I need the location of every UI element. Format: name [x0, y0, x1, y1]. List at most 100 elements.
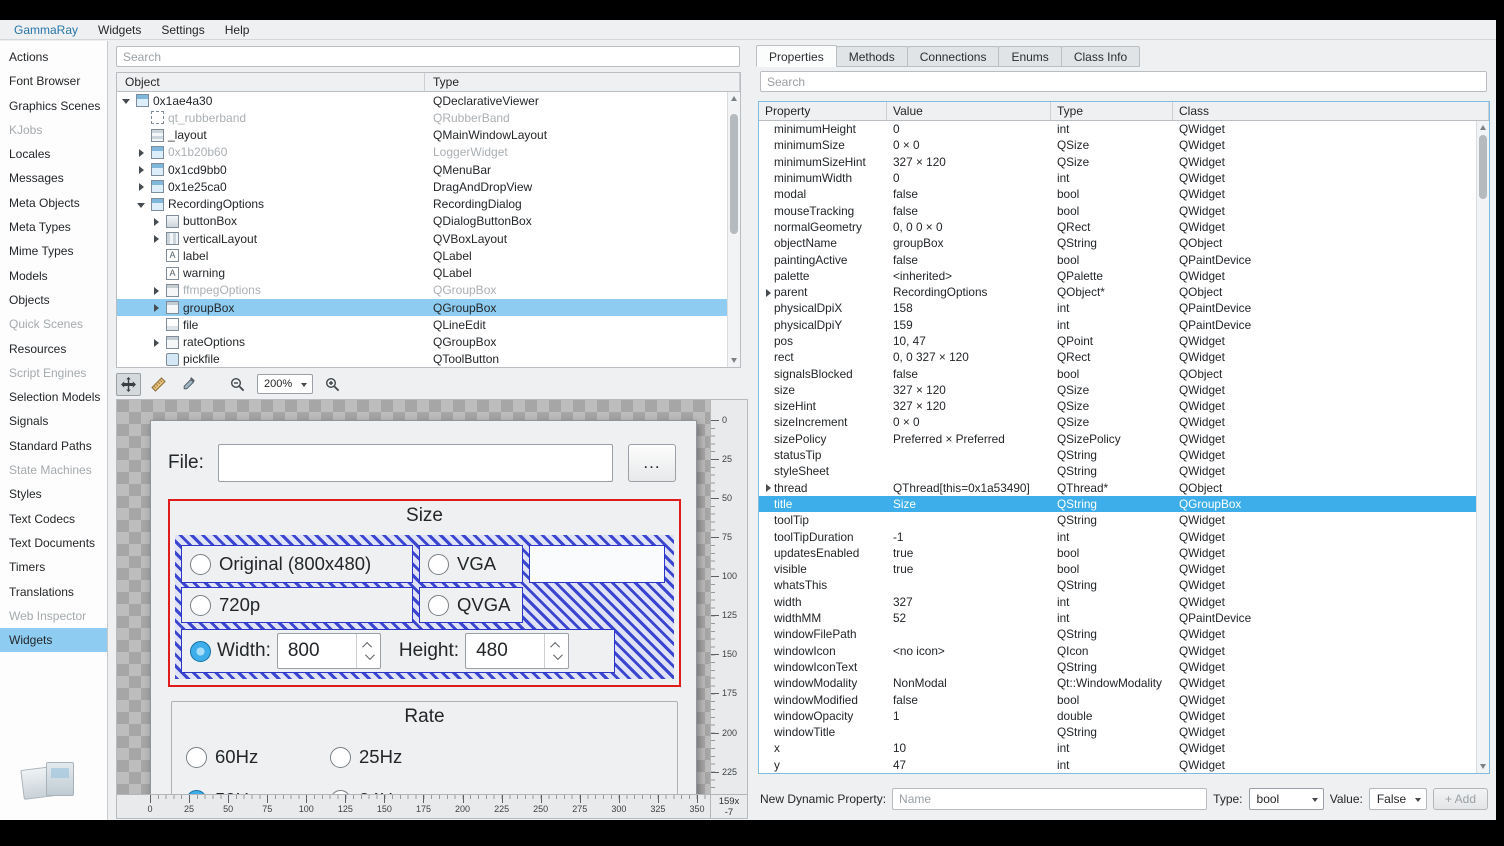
radio-qvga[interactable]: QVGA [419, 587, 523, 623]
property-row-statustip[interactable]: statusTipQStringQWidget [759, 447, 1489, 463]
property-row-modal[interactable]: modalfalseboolQWidget [759, 186, 1489, 202]
zoom-level-select[interactable]: 200% [257, 374, 313, 394]
zoom-out-button[interactable] [225, 373, 250, 396]
radio-icon[interactable] [190, 554, 211, 575]
property-row-sizeincrement[interactable]: sizeIncrement0 × 0QSizeQWidget [759, 414, 1489, 430]
expander-icon[interactable] [151, 285, 162, 296]
radio-vga[interactable]: VGA [419, 545, 523, 583]
sidebar-item-translations[interactable]: Translations [0, 580, 107, 604]
tree-row-pickfile[interactable]: pickfileQToolButton [117, 351, 740, 368]
menubar-item-widgets[interactable]: Widgets [88, 20, 151, 40]
property-row-parent[interactable]: parentRecordingOptionsQObject*QObject [759, 284, 1489, 300]
property-row-paintingactive[interactable]: paintingActivefalseboolQPaintDevice [759, 251, 1489, 267]
radio-25hz[interactable]: 25Hz [330, 746, 402, 768]
spin-down-icon[interactable] [553, 650, 563, 660]
property-row-windowicon[interactable]: windowIcon<no icon>QIconQWidget [759, 643, 1489, 659]
tree-row-file[interactable]: fileQLineEdit [117, 316, 740, 333]
sidebar-item-mime-types[interactable]: Mime Types [0, 239, 107, 263]
radio-original[interactable]: Original (800x480) [181, 545, 413, 583]
property-row-whatsthis[interactable]: whatsThisQStringQWidget [759, 577, 1489, 593]
property-row-minimumwidth[interactable]: minimumWidth0intQWidget [759, 170, 1489, 186]
expander-icon[interactable] [763, 482, 774, 493]
tab-connections[interactable]: Connections [907, 46, 1000, 67]
expander-icon[interactable] [151, 302, 162, 313]
tab-properties[interactable]: Properties [756, 45, 837, 67]
property-row-windowtitle[interactable]: windowTitleQStringQWidget [759, 724, 1489, 740]
menubar-item-settings[interactable]: Settings [151, 20, 214, 40]
property-row-sizehint[interactable]: sizeHint327 × 120QSizeQWidget [759, 398, 1489, 414]
expander-icon[interactable] [151, 216, 162, 227]
radio-720p[interactable]: 720p [181, 587, 413, 623]
scroll-down-icon[interactable] [1480, 764, 1486, 769]
tree-row-warning[interactable]: warningQLabel [117, 265, 740, 282]
tree-row-0x1ae4a30[interactable]: 0x1ae4a30QDeclarativeViewer [117, 92, 740, 109]
tree-row-layout[interactable]: _layoutQMainWindowLayout [117, 127, 740, 144]
tab-methods[interactable]: Methods [836, 46, 908, 67]
radio-60hz[interactable]: 60Hz [186, 746, 258, 768]
scroll-up-icon[interactable] [731, 96, 737, 101]
sidebar-item-actions[interactable]: Actions [0, 45, 107, 69]
tab-enums[interactable]: Enums [998, 46, 1061, 67]
property-row-width[interactable]: width327intQWidget [759, 594, 1489, 610]
property-row-normalgeometry[interactable]: normalGeometry0, 0 0 × 0QRectQWidget [759, 219, 1489, 235]
radio-icon[interactable] [190, 595, 211, 616]
sidebar-item-graphics-scenes[interactable]: Graphics Scenes [0, 94, 107, 118]
sidebar-item-standard-paths[interactable]: Standard Paths [0, 434, 107, 458]
property-row-physicaldpix[interactable]: physicalDpiX158intQPaintDevice [759, 300, 1489, 316]
sidebar-item-script-engines[interactable]: Script Engines [0, 361, 107, 385]
scrollbar-thumb[interactable] [1479, 135, 1487, 199]
move-preview-button[interactable] [116, 373, 141, 396]
radio-icon[interactable] [428, 554, 449, 575]
expander-icon[interactable] [136, 147, 147, 158]
property-row-x[interactable]: x10intQWidget [759, 740, 1489, 756]
type-select[interactable]: bool [1249, 788, 1324, 810]
property-row-sizepolicy[interactable]: sizePolicyPreferred × PreferredQSizePoli… [759, 431, 1489, 447]
tree-row-0x1b20b60[interactable]: 0x1b20b60LoggerWidget [117, 144, 740, 161]
property-row-minimumsizehint[interactable]: minimumSizeHint327 × 120QSizeQWidget [759, 154, 1489, 170]
property-row-windowfilepath[interactable]: windowFilePathQStringQWidget [759, 626, 1489, 642]
height-spinbox[interactable]: 480 [465, 633, 569, 669]
sidebar-item-models[interactable]: Models [0, 264, 107, 288]
radio-custom-size[interactable] [190, 641, 211, 662]
tree-row-label[interactable]: labelQLabel [117, 247, 740, 264]
preview-canvas[interactable]: File: ... Size Original (800x480) [117, 400, 710, 794]
tab-class-info[interactable]: Class Info [1061, 46, 1140, 67]
pick-color-button[interactable] [176, 373, 201, 396]
expander-icon[interactable] [136, 164, 147, 175]
property-row-updatesenabled[interactable]: updatesEnabledtrueboolQWidget [759, 545, 1489, 561]
property-row-thread[interactable]: threadQThread[this=0x1a53490]QThread*QOb… [759, 480, 1489, 496]
tree-row-qt-rubberband[interactable]: qt_rubberbandQRubberBand [117, 109, 740, 126]
expander-icon[interactable] [763, 287, 774, 298]
tree-row-verticallayout[interactable]: verticalLayoutQVBoxLayout [117, 230, 740, 247]
sidebar-item-signals[interactable]: Signals [0, 409, 107, 433]
menubar-item-help[interactable]: Help [215, 20, 260, 40]
scroll-down-icon[interactable] [731, 358, 737, 363]
property-row-y[interactable]: y47intQWidget [759, 757, 1489, 773]
property-row-windowmodified[interactable]: windowModifiedfalseboolQWidget [759, 691, 1489, 707]
property-row-tooltip[interactable]: toolTipQStringQWidget [759, 512, 1489, 528]
property-row-windowicontext[interactable]: windowIconTextQStringQWidget [759, 659, 1489, 675]
expander-icon[interactable] [136, 199, 147, 210]
property-row-physicaldpiy[interactable]: physicalDpiY159intQPaintDevice [759, 317, 1489, 333]
measure-pixels-button[interactable] [146, 373, 171, 396]
property-row-minimumheight[interactable]: minimumHeight0intQWidget [759, 121, 1489, 137]
property-row-objectname[interactable]: objectNamegroupBoxQStringQObject [759, 235, 1489, 251]
sidebar-item-meta-types[interactable]: Meta Types [0, 215, 107, 239]
scrollbar-thumb[interactable] [730, 114, 738, 234]
column-header-class[interactable]: Class [1173, 102, 1489, 120]
tree-row-recordingoptions[interactable]: RecordingOptionsRecordingDialog [117, 196, 740, 213]
expander-icon[interactable] [121, 95, 132, 106]
property-row-pos[interactable]: pos10, 47QPointQWidget [759, 333, 1489, 349]
radio-icon[interactable] [186, 747, 207, 768]
column-header-object[interactable]: Object [117, 73, 425, 91]
property-search-input[interactable] [760, 71, 1487, 92]
sidebar-item-text-documents[interactable]: Text Documents [0, 531, 107, 555]
dynamic-property-name-input[interactable] [892, 788, 1207, 810]
property-row-stylesheet[interactable]: styleSheetQStringQWidget [759, 463, 1489, 479]
radio-icon[interactable] [428, 595, 449, 616]
sidebar-item-resources[interactable]: Resources [0, 337, 107, 361]
object-search-input[interactable] [116, 46, 740, 67]
expander-icon[interactable] [151, 337, 162, 348]
property-row-windowopacity[interactable]: windowOpacity1doubleQWidget [759, 708, 1489, 724]
object-tree-scrollbar[interactable] [727, 92, 740, 367]
